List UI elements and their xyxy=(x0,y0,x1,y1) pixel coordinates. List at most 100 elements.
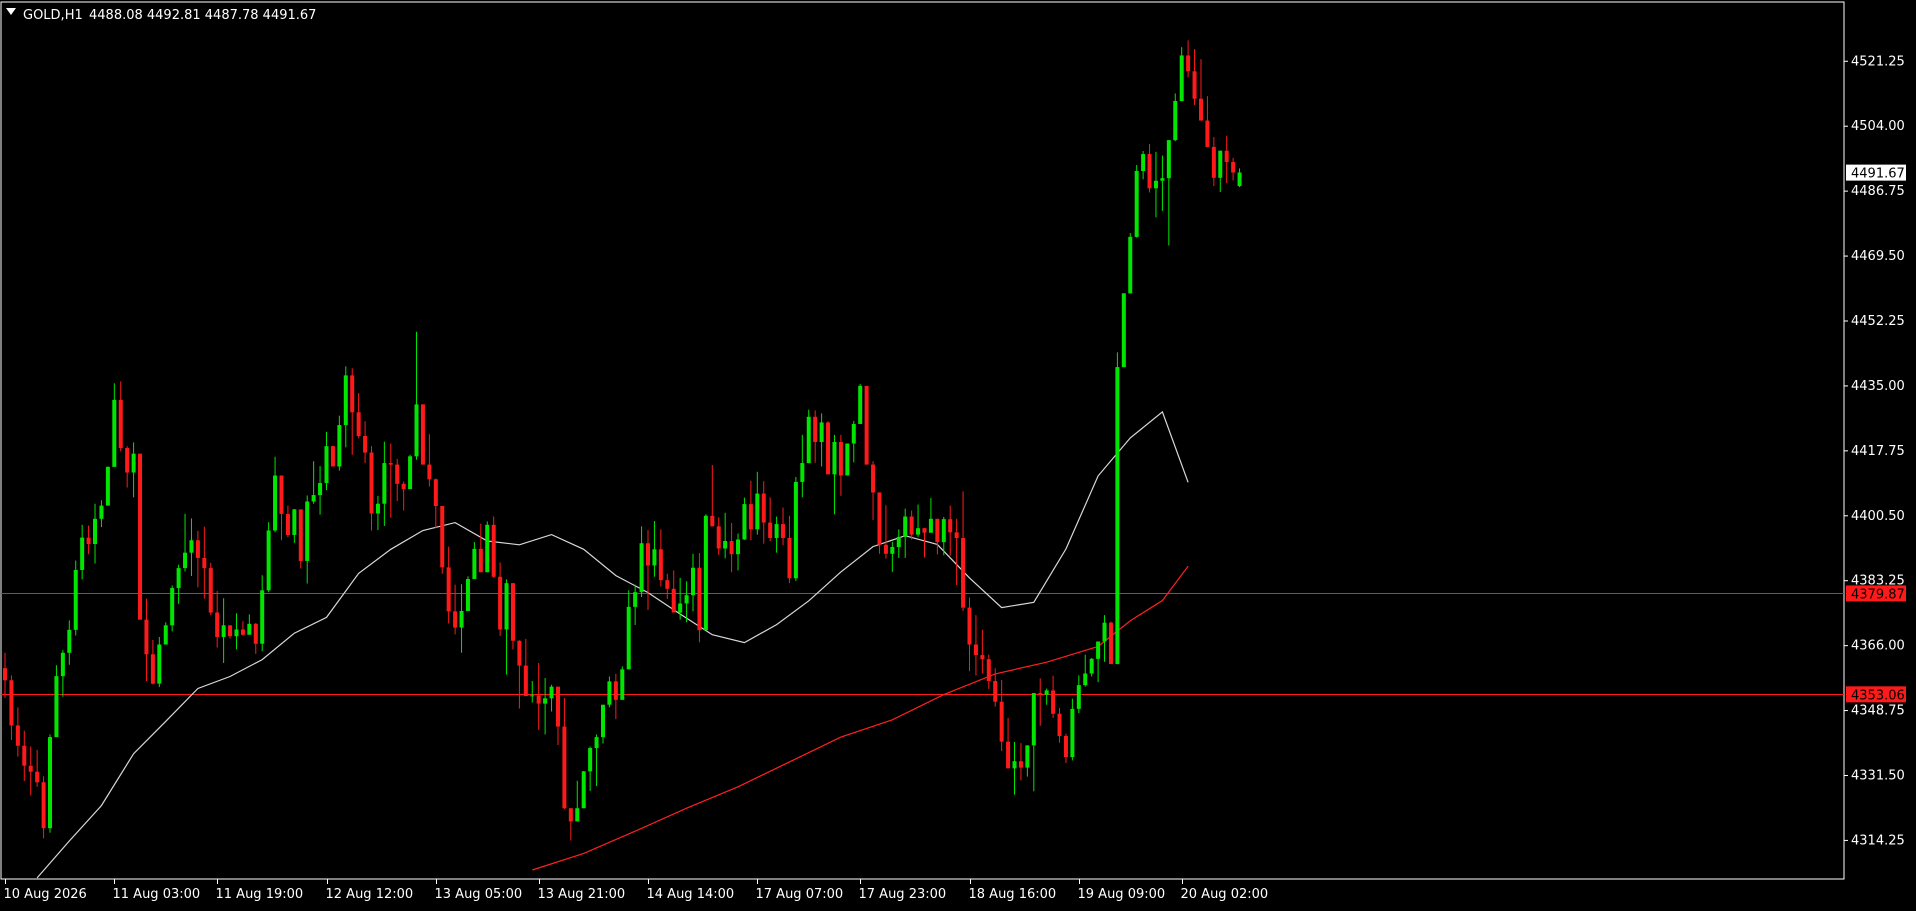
candle-133 xyxy=(858,384,863,424)
candle-body xyxy=(369,452,374,514)
candle-body xyxy=(478,548,483,573)
candle-body xyxy=(215,612,220,637)
candle-body xyxy=(285,513,290,535)
candle-body xyxy=(1179,55,1184,101)
candle-90 xyxy=(581,770,586,809)
candle-body xyxy=(967,607,972,645)
candle-134 xyxy=(864,385,869,465)
candle-body xyxy=(350,375,355,413)
candle-body xyxy=(105,466,110,506)
candle-body xyxy=(1186,55,1191,72)
candle-65 xyxy=(420,404,425,465)
candle-body xyxy=(935,518,940,543)
candle-body xyxy=(916,528,921,535)
candle-body xyxy=(1211,146,1216,178)
candle-76 xyxy=(491,516,496,578)
candle-body xyxy=(292,509,297,535)
candle-body xyxy=(800,463,805,482)
candle-body xyxy=(620,669,625,700)
candle-172 xyxy=(1108,621,1113,665)
candle-body xyxy=(588,748,593,772)
candle-body xyxy=(575,808,580,822)
candle-body xyxy=(646,543,650,566)
candle-body xyxy=(710,515,715,527)
candle-body xyxy=(183,552,188,569)
price-tick-label: 4469.50 xyxy=(1851,249,1905,264)
time-tick-label: 17 Aug 07:00 xyxy=(756,887,844,902)
candle-body xyxy=(1063,735,1068,758)
time-tick-label: 12 Aug 12:00 xyxy=(326,887,414,902)
candle-body xyxy=(877,492,882,545)
candle-body xyxy=(253,623,258,644)
candle-body xyxy=(1096,641,1101,659)
candle-body xyxy=(729,540,734,555)
candle-body xyxy=(948,519,953,533)
candle-173 xyxy=(1115,352,1120,665)
time-tick-label: 19 Aug 09:00 xyxy=(1078,887,1166,902)
price-tick-label: 4486.75 xyxy=(1851,184,1905,199)
time-tick-label: 11 Aug 19:00 xyxy=(216,887,304,902)
candle-body xyxy=(433,479,438,506)
time-tick-label: 18 Aug 16:00 xyxy=(969,887,1057,902)
candle-body xyxy=(568,808,573,822)
candle-body xyxy=(1128,236,1133,294)
time-tick-label: 11 Aug 03:00 xyxy=(113,887,201,902)
candle-body xyxy=(633,592,638,607)
candle-body xyxy=(401,483,406,490)
candle-body xyxy=(723,540,728,549)
candle-body xyxy=(28,765,33,772)
candle-16 xyxy=(105,466,110,506)
candle-body xyxy=(311,495,316,502)
candle-128 xyxy=(826,421,831,475)
candle-body xyxy=(427,464,432,480)
chart-svg[interactable]: 4314.254331.504348.754366.004383.254400.… xyxy=(0,0,1916,907)
candle-body xyxy=(73,569,78,630)
candle-body xyxy=(279,475,284,514)
candle-body xyxy=(3,668,7,681)
candle-11 xyxy=(73,560,78,636)
candle-body xyxy=(806,416,811,464)
candle-body xyxy=(768,522,773,538)
candle-body xyxy=(440,505,445,568)
price-tick-label: 4400.50 xyxy=(1851,509,1905,524)
candle-body xyxy=(1134,171,1139,237)
candle-174 xyxy=(1121,293,1126,368)
candle-body xyxy=(41,782,46,829)
candle-body xyxy=(465,579,470,612)
candle-body xyxy=(671,588,676,613)
price-chart[interactable]: 4314.25 4331.50 4348.75 4366.00 4383.25 4400.… xyxy=(0,0,1916,907)
candle-body xyxy=(22,745,27,766)
candle-body xyxy=(414,404,419,457)
candle-body xyxy=(684,595,689,604)
candle-body xyxy=(298,509,303,561)
candle-body xyxy=(1031,693,1036,746)
candle-body xyxy=(273,475,278,531)
price-tick-label: 4521.25 xyxy=(1851,54,1905,69)
candle-body xyxy=(883,544,888,554)
candle-body xyxy=(543,698,548,704)
candle-body xyxy=(961,537,966,608)
candle-body xyxy=(864,385,869,465)
candle-79 xyxy=(510,583,515,650)
candle-body xyxy=(954,532,959,538)
candle-body xyxy=(15,725,20,746)
candle-body xyxy=(607,681,612,705)
candle-body xyxy=(54,676,59,738)
candle-body xyxy=(909,516,914,535)
candle-body xyxy=(993,681,998,702)
candle-body xyxy=(504,583,509,630)
candle-body xyxy=(581,771,586,809)
candle-body xyxy=(999,701,1004,742)
candle-body xyxy=(1147,154,1152,189)
candle-7 xyxy=(48,734,53,833)
candle-176 xyxy=(1134,164,1139,238)
candle-body xyxy=(247,623,252,635)
candle-body xyxy=(549,686,554,699)
candle-body xyxy=(555,686,560,727)
candle-body xyxy=(1038,693,1043,695)
candle-body xyxy=(491,524,496,577)
candle-body xyxy=(234,629,239,637)
candle-body xyxy=(163,625,168,645)
candle-body xyxy=(318,483,323,496)
price-tick-label: 4435.00 xyxy=(1851,379,1905,394)
